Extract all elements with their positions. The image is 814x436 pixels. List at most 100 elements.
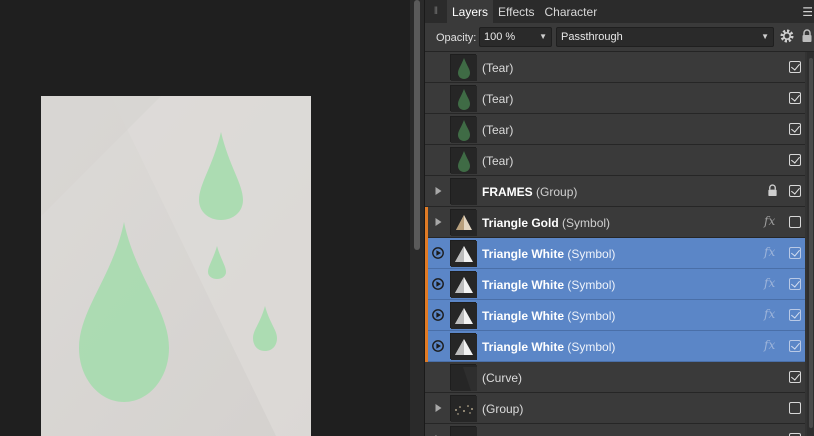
layer-title: FRAMES [482, 185, 533, 199]
visibility-checkbox[interactable] [789, 185, 801, 197]
layer-thumbnail [450, 333, 477, 360]
expand-arrow-icon[interactable] [432, 185, 444, 197]
opacity-value: 100 % [484, 31, 516, 43]
layer-thumbnail [450, 54, 477, 81]
layer-name: (Tear) [482, 154, 514, 168]
panel-tab-bar: ‖ Layers Effects Character ☰ [425, 0, 814, 23]
layers-scroll-thumb[interactable] [809, 58, 813, 428]
opacity-label: Opacity: [436, 32, 477, 44]
artboard[interactable] [41, 96, 311, 436]
layer-thumbnail [450, 209, 477, 236]
layer-thumbnail [450, 116, 477, 143]
layer-row[interactable]: (Tear) [425, 114, 805, 145]
fx-icon[interactable]: fx [764, 214, 775, 228]
layer-kind: (Symbol) [567, 247, 616, 261]
layer-thumbnail [450, 395, 477, 422]
layer-kind: (Group) [536, 185, 578, 199]
layer-name: Triangle Gold (Symbol) [482, 216, 610, 230]
layer-row[interactable]: Triangle White (Symbol) fx [425, 238, 805, 269]
layer-thumbnail [450, 85, 477, 112]
layer-accent-strip [425, 269, 428, 300]
canvas-area[interactable] [0, 0, 410, 436]
layer-title: Triangle White [482, 278, 565, 292]
layer-name: (Tear) [482, 61, 514, 75]
chevron-down-icon: ▼ [539, 32, 547, 41]
expand-arrow-icon[interactable] [432, 309, 444, 321]
layer-row[interactable] [425, 424, 805, 436]
opacity-dropdown[interactable]: 100 % ▼ [479, 27, 552, 47]
visibility-checkbox[interactable] [789, 154, 801, 166]
fx-icon[interactable]: fx [764, 245, 775, 259]
layers-panel: ‖ Layers Effects Character ☰ Opacity: 10… [424, 0, 814, 436]
layer-title: Triangle White [482, 340, 565, 354]
layer-row[interactable]: Triangle Gold (Symbol) fx [425, 207, 805, 238]
panel-grip-icon[interactable]: ‖ [425, 0, 447, 23]
layer-thumbnail [450, 178, 477, 205]
layer-row[interactable]: (Tear) [425, 83, 805, 114]
layer-name: (Curve) [482, 371, 523, 385]
tab-character[interactable]: Character [540, 0, 603, 23]
layer-name: Triangle White (Symbol) [482, 340, 615, 354]
layer-accent-strip [425, 300, 428, 331]
layer-properties-bar: Opacity: 100 % ▼ Passthrough ▼ [425, 23, 814, 52]
expand-arrow-icon[interactable] [432, 340, 444, 352]
visibility-checkbox[interactable] [789, 309, 801, 321]
lock-icon[interactable] [767, 184, 778, 197]
blend-mode-value: Passthrough [561, 31, 623, 43]
visibility-checkbox[interactable] [789, 340, 801, 352]
layer-thumbnail [450, 271, 477, 298]
canvas-vertical-scrollbar[interactable] [410, 0, 424, 436]
fx-icon[interactable]: fx [764, 307, 775, 321]
layer-title: Triangle White [482, 247, 565, 261]
layer-kind: (Symbol) [562, 216, 611, 230]
tab-layers[interactable]: Layers [447, 0, 494, 23]
layer-thumbnail [450, 426, 477, 436]
fx-icon[interactable]: fx [764, 276, 775, 290]
layer-row[interactable]: FRAMES (Group) [425, 176, 805, 207]
layer-name: Triangle White (Symbol) [482, 247, 615, 261]
canvas-scroll-thumb[interactable] [414, 0, 420, 250]
layer-thumbnail [450, 364, 477, 391]
layer-accent-strip [425, 238, 428, 269]
layer-name: (Group) [482, 402, 524, 416]
layer-row[interactable]: (Group) [425, 393, 805, 424]
visibility-checkbox[interactable] [789, 247, 801, 259]
layer-thumbnail [450, 240, 477, 267]
layer-title: Triangle Gold [482, 216, 559, 230]
expand-arrow-icon[interactable] [432, 247, 444, 259]
layer-row[interactable]: (Curve) [425, 362, 805, 393]
visibility-checkbox[interactable] [789, 123, 801, 135]
layer-accent-strip [425, 331, 428, 362]
visibility-checkbox[interactable] [789, 61, 801, 73]
chevron-down-icon: ▼ [761, 32, 769, 41]
layer-thumbnail [450, 302, 477, 329]
expand-arrow-icon[interactable] [432, 216, 444, 228]
visibility-checkbox[interactable] [789, 216, 801, 228]
layer-thumbnail [450, 147, 477, 174]
layer-name: Triangle White (Symbol) [482, 309, 615, 323]
fx-icon[interactable]: fx [764, 338, 775, 352]
visibility-checkbox[interactable] [789, 278, 801, 290]
layer-accent-strip [425, 207, 428, 238]
gear-icon[interactable] [779, 28, 795, 44]
expand-arrow-icon[interactable] [432, 402, 444, 414]
panel-menu-icon[interactable]: ☰ [802, 5, 813, 19]
layer-row[interactable]: Triangle White (Symbol) fx [425, 331, 805, 362]
layer-row[interactable]: Triangle White (Symbol) fx [425, 300, 805, 331]
blend-mode-dropdown[interactable]: Passthrough ▼ [556, 27, 774, 47]
layer-row[interactable]: Triangle White (Symbol) fx [425, 269, 805, 300]
layer-name: Triangle White (Symbol) [482, 278, 615, 292]
artboard-artwork [41, 96, 311, 436]
layer-row[interactable]: (Tear) [425, 52, 805, 83]
layers-scrollbar[interactable] [807, 52, 814, 436]
layer-kind: (Symbol) [567, 340, 616, 354]
layer-row[interactable]: (Tear) [425, 145, 805, 176]
expand-arrow-icon[interactable] [432, 278, 444, 290]
layer-title: Triangle White [482, 309, 565, 323]
visibility-checkbox[interactable] [789, 92, 801, 104]
layer-kind: (Symbol) [567, 309, 616, 323]
lock-icon[interactable] [801, 29, 813, 43]
visibility-checkbox[interactable] [789, 371, 801, 383]
visibility-checkbox[interactable] [789, 402, 801, 414]
tab-effects[interactable]: Effects [493, 0, 539, 23]
